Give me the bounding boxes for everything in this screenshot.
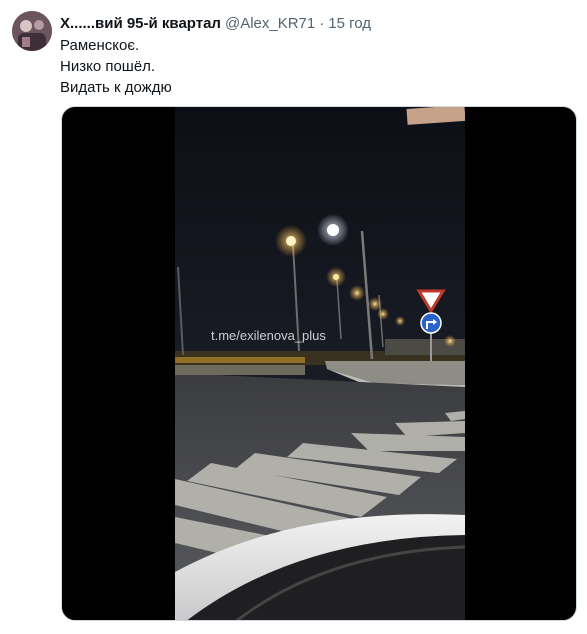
tweet-text: Раменскоє. Низко пошёл. Видать к дождю: [60, 35, 172, 98]
video-frame[interactable]: t.me/exilenova_plus: [175, 107, 465, 620]
tweet-text-line: Раменскоє.: [60, 37, 140, 54]
avatar[interactable]: [12, 11, 52, 51]
tweet-text-line: Низко пошёл.: [60, 58, 156, 75]
separator-dot: ·: [319, 14, 325, 32]
video-media[interactable]: t.me/exilenova_plus: [61, 106, 577, 621]
author-name[interactable]: Х......вий 95-й квартал: [60, 15, 221, 32]
author-handle[interactable]: @Alex_KR71: [225, 15, 315, 32]
tweet-text-line: Видать к дождю: [60, 79, 172, 96]
tweet-timestamp[interactable]: 15 год: [328, 15, 371, 32]
tweet-header: Х......вий 95-й квартал @Alex_KR71 · 15 …: [60, 13, 371, 33]
video-watermark: t.me/exilenova_plus: [211, 328, 326, 343]
video-scene: [175, 107, 465, 620]
